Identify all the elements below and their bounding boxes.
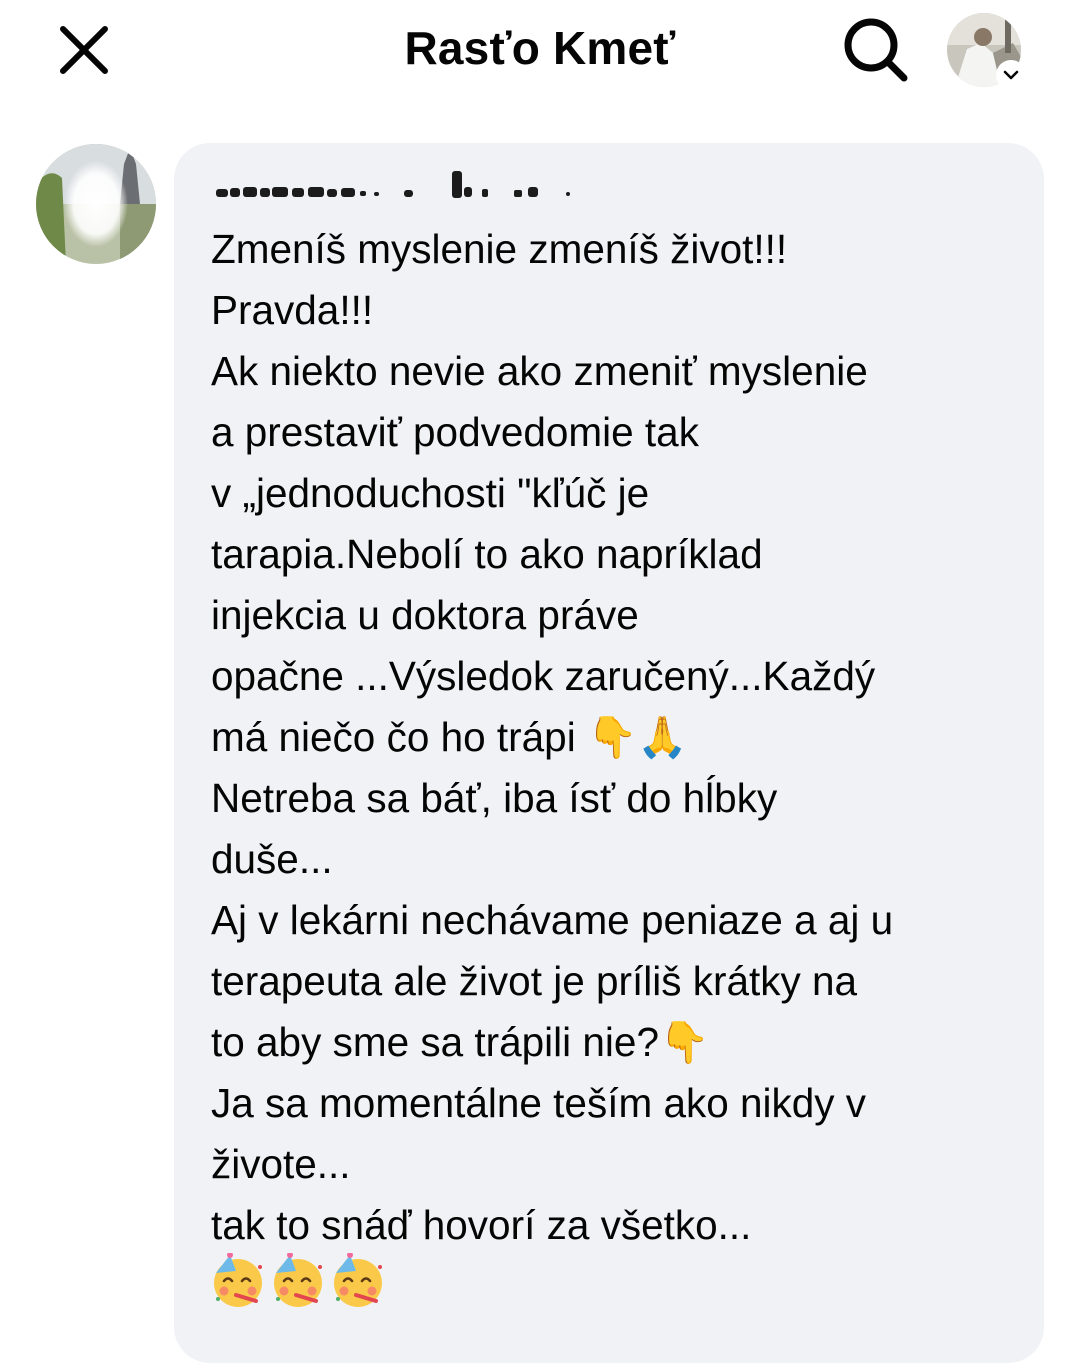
chevron-badge bbox=[996, 60, 1026, 90]
comment-author-name[interactable] bbox=[214, 165, 594, 205]
profile-menu-button[interactable] bbox=[944, 10, 1026, 90]
partying-face-emoji-icon bbox=[214, 1253, 262, 1307]
close-icon bbox=[60, 26, 108, 74]
partying-face-emoji-icon bbox=[334, 1253, 382, 1307]
commenter-avatar[interactable] bbox=[36, 144, 156, 264]
emoji-row bbox=[210, 1253, 386, 1309]
chevron-down-icon bbox=[1003, 70, 1019, 80]
comment-bubble: Zmeníš myslenie zmeníš život!!! Pravda!!… bbox=[174, 143, 1044, 1363]
comment-text: Zmeníš myslenie zmeníš život!!! Pravda!!… bbox=[211, 226, 894, 1248]
page-title: Rasťo Kmeť bbox=[404, 22, 676, 74]
top-bar: Rasťo Kmeť bbox=[0, 0, 1080, 100]
search-icon bbox=[844, 18, 908, 82]
search-button[interactable] bbox=[836, 12, 916, 88]
close-button[interactable] bbox=[52, 18, 116, 82]
obscured-author-name bbox=[216, 171, 570, 198]
partying-face-emoji-icon bbox=[274, 1253, 322, 1307]
